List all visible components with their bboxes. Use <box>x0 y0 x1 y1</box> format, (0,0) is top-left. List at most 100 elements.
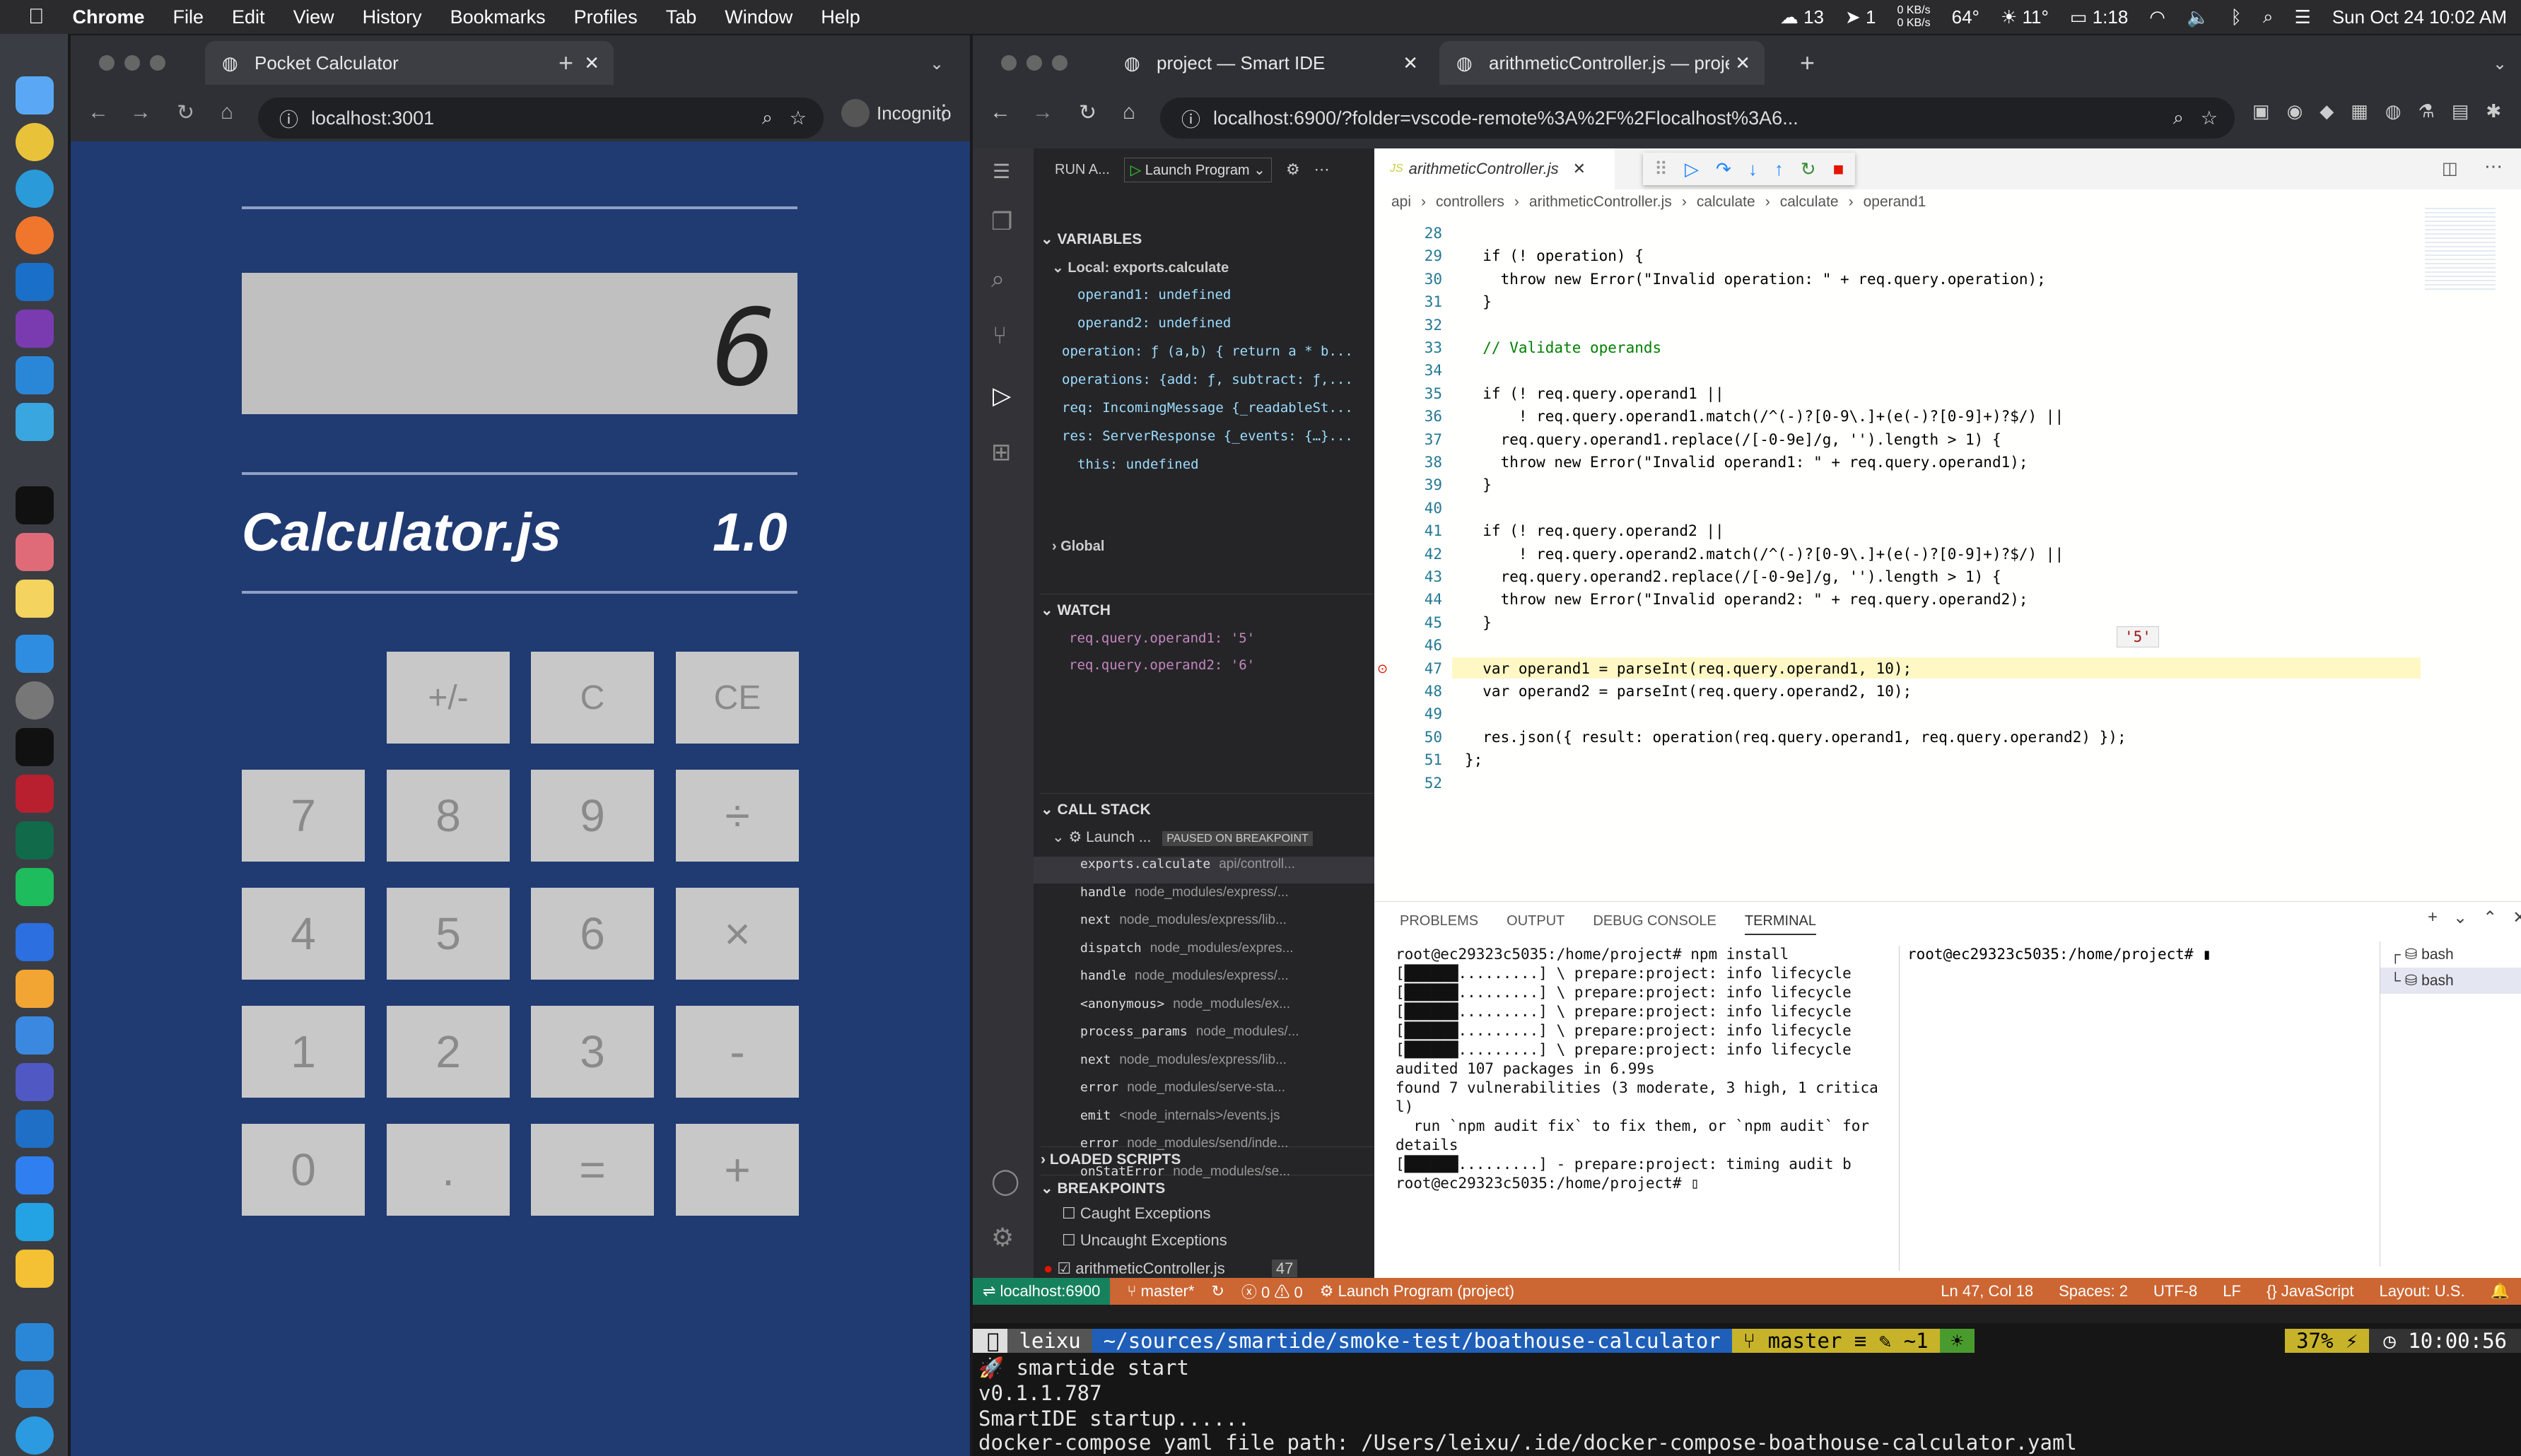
code-line[interactable]: var operand1 = parseInt(req.query.operan… <box>1465 660 1912 677</box>
explorer-icon[interactable]: ❐ <box>991 208 1012 236</box>
new-tab-icon[interactable]: + <box>558 48 573 78</box>
calc-key[interactable]: 3 <box>531 1006 654 1098</box>
encoding[interactable]: UTF-8 <box>2153 1282 2197 1301</box>
menu-file[interactable]: File <box>173 6 204 28</box>
variable-item[interactable]: operation: ƒ (a,b) { return a * b... <box>1062 344 1359 359</box>
address-bar[interactable]: ⓘ localhost:3001 ⌕ ☆ <box>258 98 824 139</box>
step-over-icon[interactable]: ↷ <box>1716 158 1731 180</box>
menu-profiles[interactable]: Profiles <box>574 6 638 28</box>
step-into-icon[interactable]: ↓ <box>1748 158 1757 180</box>
calc-key[interactable]: +/- <box>387 652 510 744</box>
goland-icon[interactable] <box>16 821 54 859</box>
keyboard-layout[interactable]: Layout: U.S. <box>2380 1282 2465 1301</box>
window-controls[interactable] <box>99 55 165 71</box>
menu-bookmarks[interactable]: Bookmarks <box>450 6 546 28</box>
stack-frame[interactable]: next node_modules/express/lib... <box>1034 912 1374 939</box>
stop-icon[interactable]: ■ <box>1833 158 1844 180</box>
system-terminal[interactable]:  leixu ~/sources/smartide/smoke-test/bo… <box>973 1323 2521 1456</box>
ext-icon-1[interactable]: ▣ <box>2252 100 2270 122</box>
variable-item[interactable]: this: undefined <box>1077 457 1374 472</box>
code-line[interactable]: } <box>1465 293 1492 310</box>
global-scope[interactable]: › Global <box>1052 539 1104 555</box>
code-line[interactable]: throw new Error("Invalid operand2: " + r… <box>1465 591 2028 608</box>
close-icon[interactable]: ✕ <box>1573 160 1586 178</box>
menu-help[interactable]: Help <box>821 6 860 28</box>
calc-key[interactable]: 0 <box>242 1124 365 1216</box>
breadcrumb-item[interactable]: controllers <box>1436 194 1504 211</box>
breakpoint-arrow-icon[interactable]: ⊙ <box>1377 662 1388 676</box>
extensions-icon[interactable]: ⊞ <box>991 438 1012 466</box>
tab-pocket-calculator[interactable]: ◍ Pocket Calculator ✕ <box>205 41 614 85</box>
vscode-2-icon[interactable] <box>16 1370 54 1408</box>
variables-header[interactable]: ⌄ VARIABLES <box>1041 230 1142 248</box>
play-icon[interactable]: ▷ <box>1130 163 1145 178</box>
star-icon[interactable]: ☆ <box>790 107 807 129</box>
chrome-icon[interactable] <box>16 123 54 161</box>
code-line[interactable]: // Validate operands <box>1465 339 1661 356</box>
branch-indicator[interactable]: ⑂ master* <box>1127 1282 1194 1301</box>
breadcrumb-item[interactable]: calculate <box>1780 194 1839 211</box>
photos-icon[interactable] <box>16 533 54 571</box>
contacts-icon[interactable] <box>16 1250 54 1288</box>
ext-icon-7[interactable]: ▤ <box>2452 100 2469 122</box>
code-line[interactable]: var operand2 = parseInt(req.query.operan… <box>1465 683 1912 700</box>
breadcrumb-item[interactable]: arithmeticController.js <box>1529 194 1672 211</box>
vscode-insiders-icon[interactable] <box>16 1323 54 1361</box>
more-icon[interactable]: ⋯ <box>1314 160 1330 179</box>
wechat-dock-icon[interactable] <box>16 868 54 906</box>
breadcrumb-item[interactable]: operand1 <box>1864 194 1926 211</box>
code-line[interactable]: req.query.operand1.replace(/[-0-9e]/g, '… <box>1465 431 2001 448</box>
info-icon[interactable]: ⓘ <box>1181 105 1200 132</box>
firefox-icon[interactable] <box>16 216 54 254</box>
panel-tab[interactable]: OUTPUT <box>1507 913 1564 935</box>
code-line[interactable]: } <box>1465 614 1492 631</box>
safari-icon[interactable] <box>16 1416 54 1455</box>
thread-row[interactable]: ⌄ ⚙ Launch ... PAUSED ON BREAKPOINT <box>1052 828 1313 846</box>
eol[interactable]: LF <box>2223 1282 2241 1301</box>
terminal-right[interactable]: root@ec29323c5035:/home/project# ▮ <box>1907 946 2211 963</box>
menu-window[interactable]: Window <box>725 6 792 28</box>
cursor-position[interactable]: Ln 47, Col 18 <box>1941 1282 2033 1301</box>
variable-item[interactable]: res: ServerResponse {_events: {…}... <box>1062 428 1359 444</box>
launch-config-select[interactable]: ▷ Launch Program ⌄ <box>1123 157 1272 182</box>
callstack-header[interactable]: ⌄ CALL STACK <box>1041 793 1373 818</box>
bell-icon[interactable]: 🔔 <box>2491 1282 2510 1301</box>
manage-gear-icon[interactable]: ⚙ <box>991 1223 1014 1252</box>
stack-frame[interactable]: onStatError node_modules/se... <box>1034 1164 1374 1191</box>
send-icon[interactable]: ➤ 1 <box>1845 6 1876 28</box>
indentation[interactable]: Spaces: 2 <box>2059 1282 2128 1301</box>
local-scope[interactable]: ⌄ Local: exports.calculate <box>1052 259 1229 276</box>
restart-icon[interactable]: ↻ <box>1801 158 1816 180</box>
panel-tab[interactable]: PROBLEMS <box>1400 913 1478 935</box>
appstore-icon[interactable] <box>16 635 54 673</box>
calc-key[interactable]: 1 <box>242 1006 365 1098</box>
cloud-icon[interactable] <box>16 923 54 961</box>
drag-handle-icon[interactable]: ⠿ <box>1654 158 1668 180</box>
calc-key[interactable]: × <box>676 888 799 980</box>
back-icon[interactable]: ← <box>88 100 109 124</box>
calc-key[interactable]: ÷ <box>676 770 799 862</box>
remote-indicator[interactable]: ⇌ localhost:6900 <box>973 1278 1111 1305</box>
tab-search-icon[interactable]: ⌄ <box>930 54 944 74</box>
ext-icon-3[interactable]: ◆ <box>2320 100 2334 122</box>
notes-icon[interactable] <box>16 580 54 618</box>
bluetooth-icon[interactable]: ᛒ <box>2230 6 2242 28</box>
uncaught-exceptions[interactable]: ☐ Uncaught Exceptions <box>1062 1231 1227 1250</box>
calc-key[interactable]: C <box>531 652 654 744</box>
editor-tab[interactable]: JS arithmeticController.js ✕ <box>1374 148 1615 189</box>
stack-frame[interactable]: dispatch node_modules/expres... <box>1034 941 1374 968</box>
reload-icon[interactable]: ↻ <box>177 100 194 125</box>
launch-indicator[interactable]: ⚙ Launch Program (project) <box>1320 1282 1514 1301</box>
clock[interactable]: Sun Oct 24 10:02 AM <box>2332 6 2507 28</box>
menu-app-name[interactable]: Chrome <box>73 6 145 28</box>
extension-icons[interactable]: ▣◉◆▦◍⚗▤✱☻⋮ <box>2252 100 2521 122</box>
ext-icon-5[interactable]: ◍ <box>2385 100 2402 122</box>
variable-item[interactable]: operations: {add: ƒ, subtract: ƒ,... <box>1062 372 1359 387</box>
menu-view[interactable]: View <box>293 6 334 28</box>
calc-key[interactable]: 6 <box>531 888 654 980</box>
control-center-icon[interactable]: ☰ <box>2295 6 2311 28</box>
star-icon[interactable]: ☆ <box>2201 107 2218 129</box>
back-icon[interactable]: ← <box>990 100 1011 124</box>
intellij-icon[interactable] <box>16 728 54 766</box>
gear-icon[interactable]: ⚙ <box>1286 160 1300 179</box>
